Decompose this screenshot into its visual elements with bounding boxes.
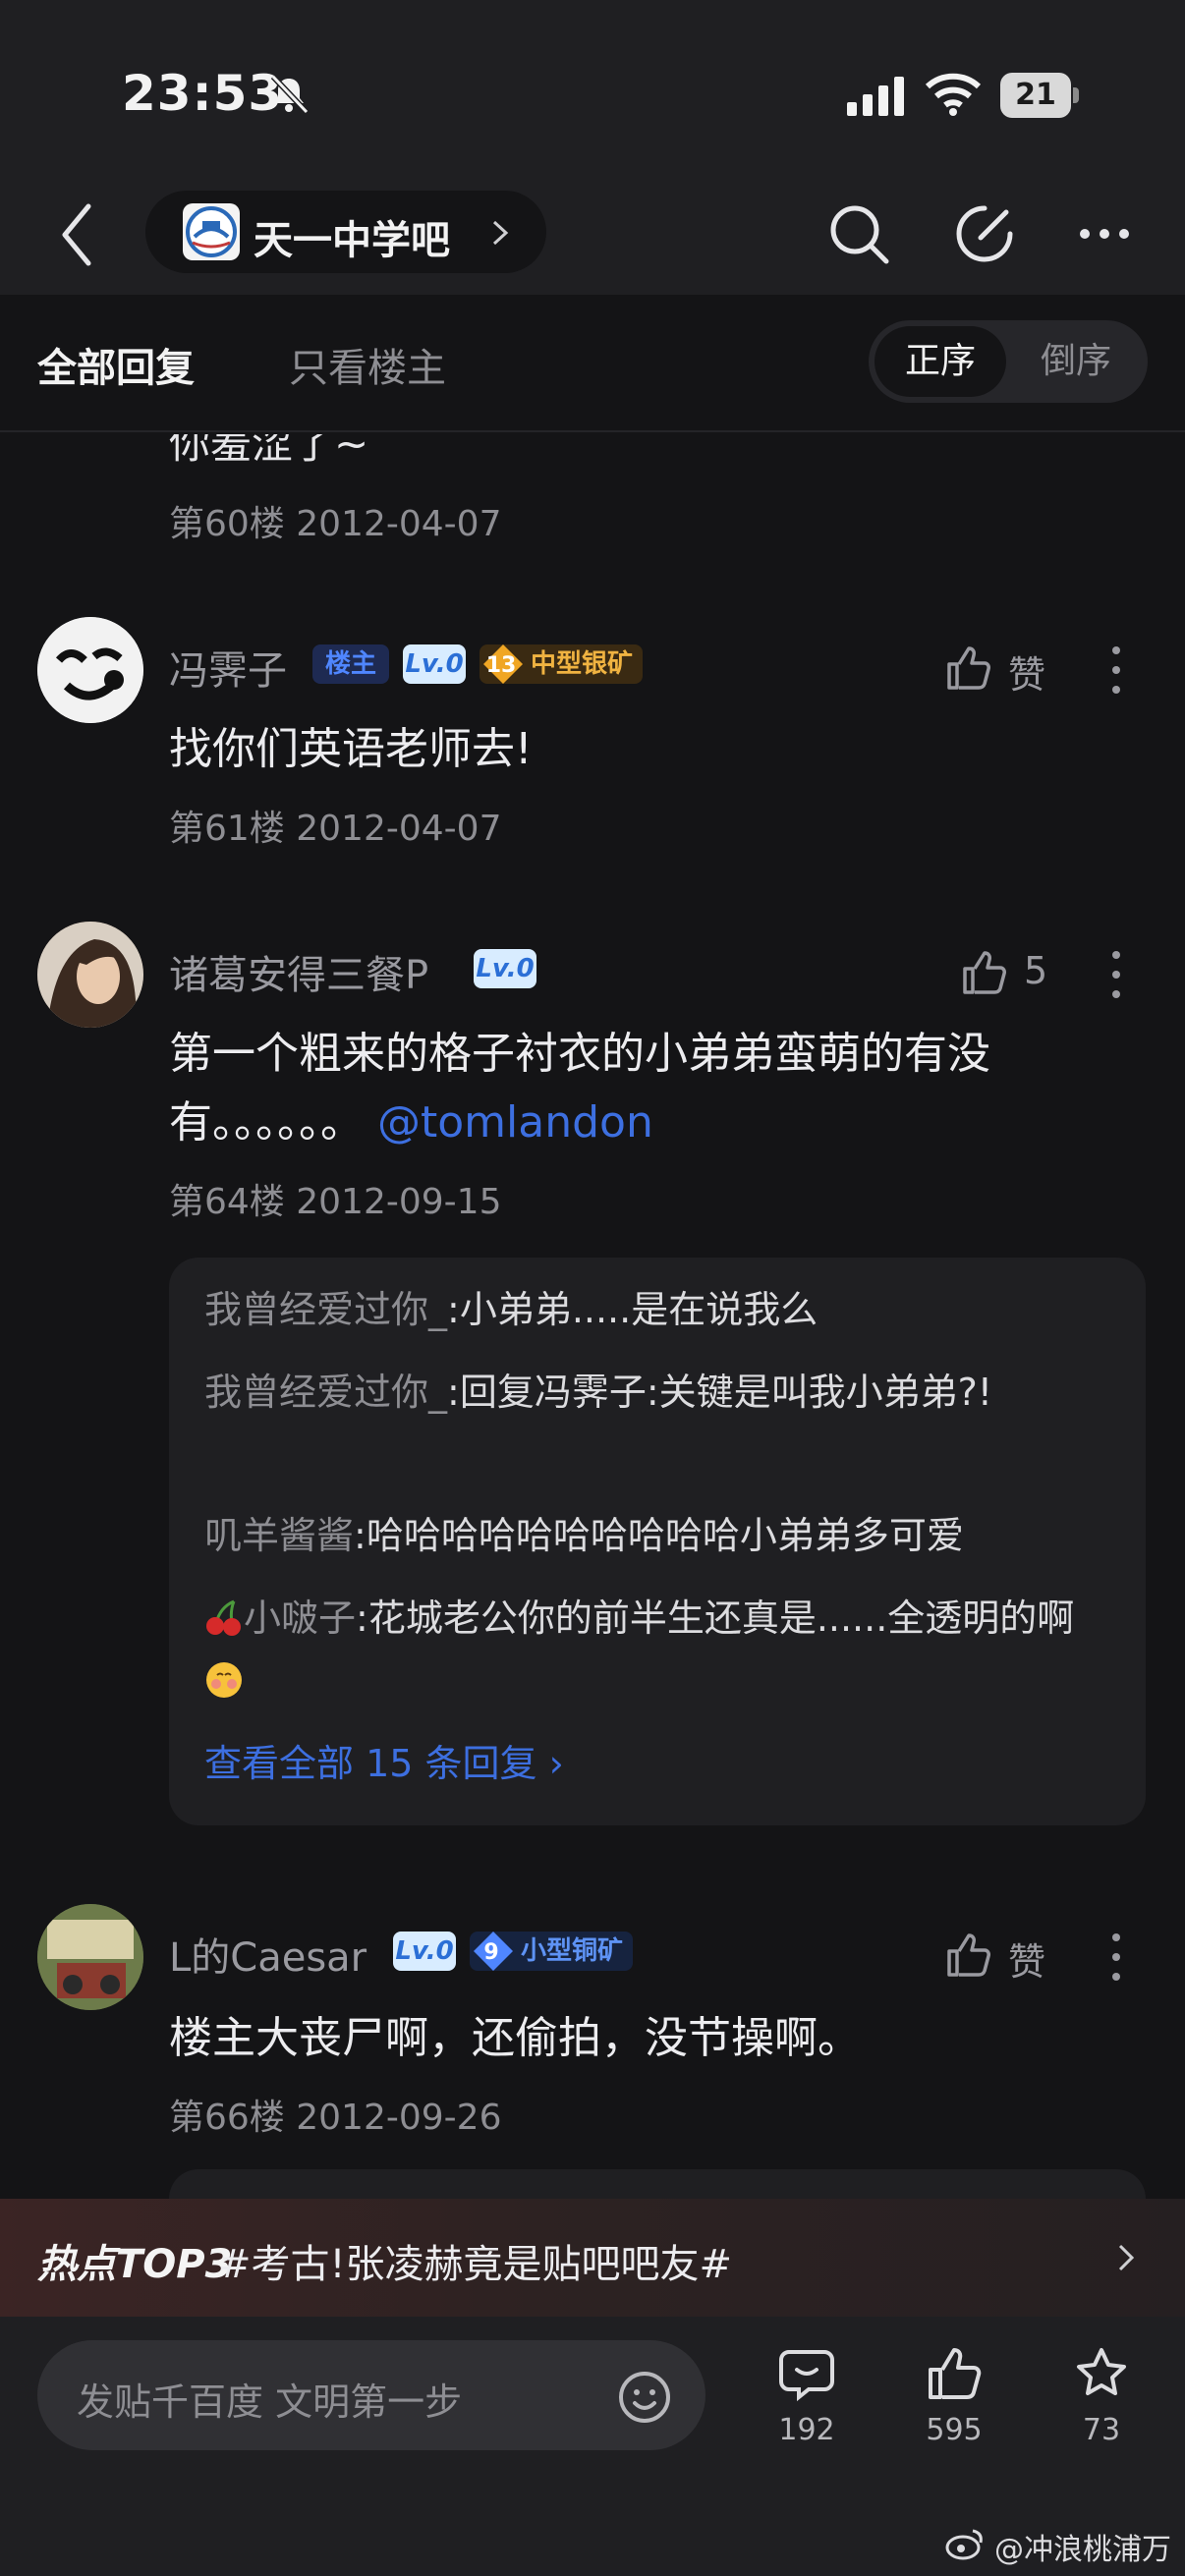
- status-time: 23:53: [122, 65, 284, 122]
- more-vertical-icon[interactable]: [1106, 643, 1126, 698]
- post-text: 找你们英语老师去!: [169, 724, 533, 774]
- cherry-icon: [206, 1599, 241, 1636]
- username[interactable]: 冯霁子: [169, 639, 287, 696]
- signal-icon: [847, 77, 904, 116]
- battery-nub: [1073, 87, 1079, 103]
- more-icon[interactable]: [1077, 220, 1132, 248]
- forum-logo: [183, 203, 240, 260]
- avatar[interactable]: [37, 1904, 143, 2010]
- thumbs-up-icon: [947, 1933, 990, 1977]
- owner-badge: 楼主: [312, 644, 389, 684]
- post-meta: 第60楼 2012-04-07: [169, 504, 502, 544]
- battery-indicator: 21: [1000, 73, 1079, 118]
- avatar[interactable]: [37, 922, 143, 1028]
- post-meta: 第66楼 2012-09-26: [169, 2098, 502, 2138]
- search-icon[interactable]: [823, 198, 894, 269]
- post-text-tail: 有。。。。。。: [169, 1097, 364, 1148]
- level-badge: Lv.0: [474, 949, 536, 988]
- hot-topic-banner[interactable]: 热点TOP3 #考古!张凌赫竟是贴吧吧友#: [0, 2199, 1185, 2317]
- blush-emoji-icon: [206, 1662, 242, 1698]
- bottom-bar: 发贴千百度 文明第一步 192 595 73 @冲浪桃浦万: [0, 2317, 1185, 2576]
- level-badge: Lv.0: [403, 644, 466, 684]
- bell-muted-icon: [270, 74, 310, 115]
- hot-label: 热点TOP3: [37, 2242, 233, 2287]
- mine-level: 13: [485, 653, 517, 678]
- share-edit-icon[interactable]: [949, 198, 1020, 269]
- sub-reply-text: :小弟弟.....是在说我么: [447, 1288, 818, 1331]
- post-text: 第一个粗来的格子衬衣的小弟弟蛮萌的有没 有。。。。。。 @tomlandon: [169, 1020, 1112, 1157]
- forum-link[interactable]: 天一中学吧: [145, 191, 546, 273]
- reply-tabs: 全部回复 只看楼主 正序 倒序: [0, 295, 1185, 432]
- comment-icon: [779, 2350, 834, 2402]
- weibo-icon: [945, 2529, 983, 2560]
- nav-bar: 天一中学吧: [0, 177, 1185, 295]
- sub-reply[interactable]: 我曾经爱过你_:回复冯霁子:关键是叫我小弟弟?!: [204, 1362, 1118, 1423]
- post-meta: 第61楼 2012-04-07: [169, 809, 502, 849]
- mine-name: 中型银矿: [531, 649, 634, 679]
- post-text: 你羞涩了~: [169, 434, 369, 468]
- back-arrow-icon[interactable]: [57, 200, 96, 269]
- mine-badge: 9 小型铜矿: [470, 1932, 634, 1971]
- chevron-right-icon: [1118, 2244, 1135, 2271]
- more-vertical-icon[interactable]: [1106, 947, 1126, 1002]
- thumbs-up-icon: [929, 2348, 982, 2399]
- tab-all-replies[interactable]: 全部回复: [37, 336, 195, 393]
- sub-reply[interactable]: 小啵子:花城老公你的前半生还真是......全透明的啊: [204, 1588, 1118, 1709]
- sort-descending[interactable]: 倒序: [1010, 326, 1142, 397]
- emoji-icon[interactable]: [617, 2370, 672, 2425]
- post-text-line: 有。。。。。。 @tomlandon: [169, 1089, 1112, 1157]
- like-count: 5: [1024, 949, 1048, 992]
- thumbs-up-icon: [947, 646, 990, 690]
- like-label: 赞: [1008, 1940, 1046, 1984]
- hot-topic-text: #考古!张凌赫竟是贴吧吧友#: [218, 2242, 733, 2287]
- tab-owner-only[interactable]: 只看楼主: [289, 336, 446, 393]
- sub-reply-user[interactable]: 我曾经爱过你_: [204, 1371, 447, 1414]
- forum-name: 天一中学吧: [254, 218, 450, 263]
- sub-reply-text: :回复冯霁子:关键是叫我小弟弟?!: [447, 1371, 993, 1414]
- thumbs-up-icon: [963, 951, 1006, 994]
- watermark: @冲浪桃浦万: [945, 2525, 1171, 2568]
- mine-badge: 13 中型银矿: [480, 644, 644, 684]
- post-meta: 第64楼 2012-09-15: [169, 1182, 502, 1222]
- post-text-line: 第一个粗来的格子衬衣的小弟弟蛮萌的有没: [169, 1029, 990, 1079]
- level-badge: Lv.0: [393, 1932, 456, 1971]
- username[interactable]: L的Caesar: [169, 1926, 367, 1983]
- mention-link[interactable]: @tomlandon: [377, 1097, 653, 1148]
- like-post-button[interactable]: 595: [900, 2344, 1008, 2462]
- sub-replies: 我曾经爱过你_:小弟弟.....是在说我么 我曾经爱过你_:回复冯霁子:关键是叫…: [169, 1258, 1146, 1825]
- sub-reply-text: :花城老公你的前半生还真是......全透明的啊: [356, 1596, 1075, 1640]
- status-bar: 23:53 21: [0, 0, 1185, 177]
- like-count: 595: [926, 2413, 983, 2447]
- sub-reply-text: :哈哈哈哈哈哈哈哈哈哈小弟弟多可爱: [354, 1514, 964, 1557]
- sort-ascending[interactable]: 正序: [875, 326, 1006, 397]
- sub-replies: [169, 2169, 1146, 2199]
- favorite-count: 73: [1082, 2413, 1121, 2447]
- sub-reply-user[interactable]: 我曾经爱过你_: [204, 1288, 447, 1331]
- like-label: 赞: [1008, 653, 1046, 697]
- wifi-icon: [926, 73, 981, 116]
- reply-list: 你羞涩了~ 第60楼 2012-04-07 冯霁子 楼主 Lv.0 13 中型银…: [0, 434, 1185, 2199]
- reply-input[interactable]: 发贴千百度 文明第一步: [37, 2340, 705, 2450]
- comment-count: 192: [778, 2413, 835, 2447]
- avatar[interactable]: [37, 617, 143, 723]
- favorite-button[interactable]: 73: [1047, 2344, 1156, 2462]
- sort-toggle: 正序 倒序: [869, 320, 1148, 403]
- comment-button[interactable]: 192: [753, 2344, 861, 2462]
- sub-reply-user[interactable]: 叽羊酱酱: [204, 1514, 354, 1557]
- post-text: 楼主大丧尸啊，还偷拍，没节操啊。: [169, 2013, 861, 2063]
- sub-reply[interactable]: 叽羊酱酱:哈哈哈哈哈哈哈哈哈哈小弟弟多可爱: [204, 1505, 1118, 1566]
- view-all-replies-link[interactable]: 查看全部 15 条回复 ›: [204, 1733, 564, 1787]
- sub-reply[interactable]: 我曾经爱过你_:小弟弟.....是在说我么: [204, 1279, 1118, 1340]
- chevron-right-icon: [492, 220, 509, 246]
- watermark-text: @冲浪桃浦万: [994, 2533, 1171, 2567]
- sub-reply-user[interactable]: 小啵子: [244, 1596, 356, 1640]
- battery-level: 21: [1000, 73, 1071, 118]
- star-icon: [1077, 2348, 1126, 2395]
- more-vertical-icon[interactable]: [1106, 1930, 1126, 1985]
- username[interactable]: 诸葛安得三餐P: [169, 943, 428, 1000]
- mine-name: 小型铜矿: [521, 1936, 624, 1966]
- mine-level: 9: [483, 1940, 499, 1965]
- reply-input-placeholder: 发贴千百度 文明第一步: [77, 2380, 463, 2424]
